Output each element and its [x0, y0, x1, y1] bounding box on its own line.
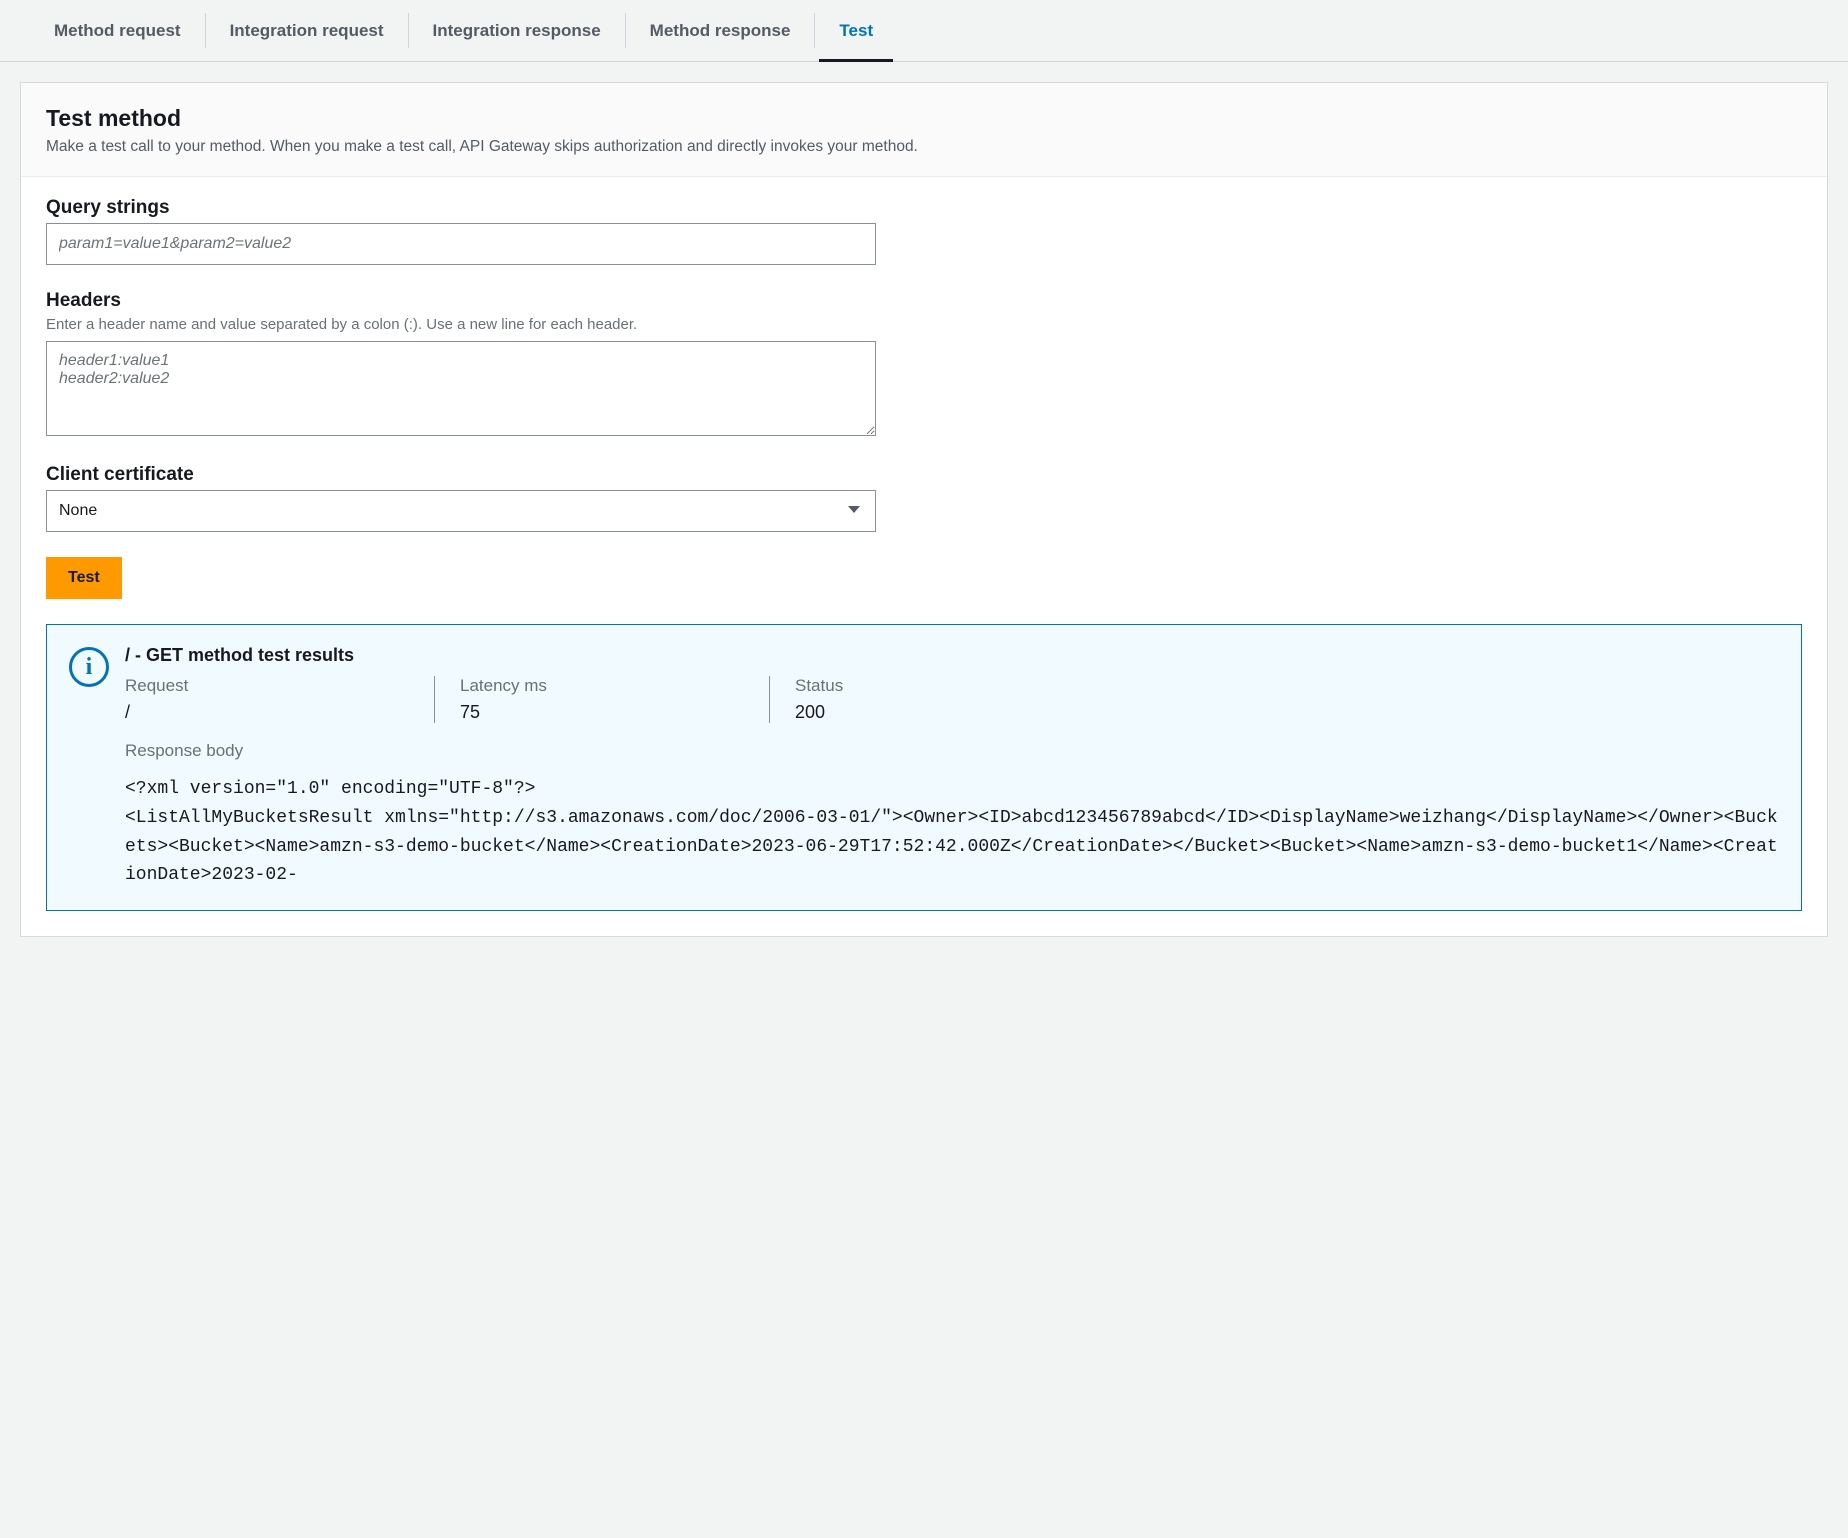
query-strings-input[interactable] — [46, 223, 876, 265]
tab-method-request[interactable]: Method request — [30, 13, 206, 48]
chevron-down-icon — [847, 502, 861, 520]
response-body: <?xml version="1.0" encoding="UTF-8"?> <… — [125, 775, 1779, 890]
tab-integration-request[interactable]: Integration request — [206, 13, 409, 48]
client-certificate-value: None — [47, 502, 109, 520]
request-label: Request — [125, 676, 394, 696]
tab-method-response[interactable]: Method response — [626, 13, 816, 48]
test-results-box: i / - GET method test results Request / … — [46, 624, 1802, 911]
info-icon: i — [69, 647, 109, 687]
response-body-label: Response body — [125, 741, 1779, 761]
client-certificate-select[interactable]: None — [46, 490, 876, 532]
status-value: 200 — [795, 702, 1065, 723]
page-description: Make a test call to your method. When yo… — [46, 138, 1802, 156]
status-label: Status — [795, 676, 1065, 696]
latency-value: 75 — [460, 702, 729, 723]
client-certificate-label: Client certificate — [46, 464, 1802, 486]
latency-label: Latency ms — [460, 676, 729, 696]
test-button[interactable]: Test — [46, 557, 122, 599]
method-tabs: Method request Integration request Integ… — [0, 0, 1848, 62]
headers-input[interactable] — [46, 341, 876, 436]
kv-latency: Latency ms 75 — [460, 676, 770, 723]
field-query-strings: Query strings — [46, 197, 1802, 265]
field-client-certificate: Client certificate None — [46, 464, 1802, 532]
headers-label: Headers — [46, 290, 1802, 312]
test-results-content: / - GET method test results Request / La… — [125, 645, 1779, 890]
headers-hint: Enter a header name and value separated … — [46, 316, 1802, 333]
test-results-title: / - GET method test results — [125, 645, 1779, 666]
query-strings-label: Query strings — [46, 197, 1802, 219]
test-method-panel: Test method Make a test call to your met… — [20, 82, 1828, 937]
field-headers: Headers Enter a header name and value se… — [46, 290, 1802, 439]
kv-request: Request / — [125, 676, 435, 723]
panel-header: Test method Make a test call to your met… — [21, 83, 1827, 177]
tab-integration-response[interactable]: Integration response — [409, 13, 626, 48]
request-value: / — [125, 702, 394, 723]
kv-status: Status 200 — [795, 676, 1105, 723]
page-title: Test method — [46, 105, 1802, 132]
panel-body: Query strings Headers Enter a header nam… — [21, 177, 1827, 936]
tab-test[interactable]: Test — [815, 13, 897, 48]
test-results-summary: Request / Latency ms 75 Status 200 — [125, 676, 1779, 723]
